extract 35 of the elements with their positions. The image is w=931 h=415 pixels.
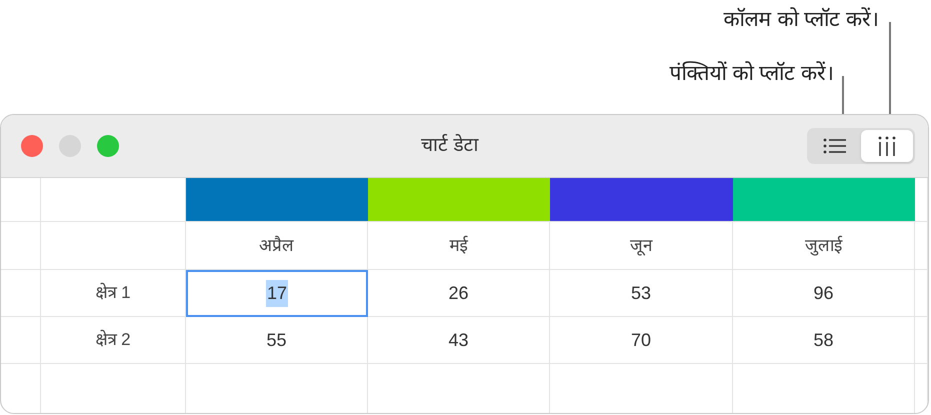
empty-cell[interactable]	[1, 222, 41, 270]
series-color-swatch[interactable]	[550, 178, 733, 222]
table-cell[interactable]: 58	[733, 317, 915, 364]
empty-cell[interactable]	[915, 317, 928, 364]
table-cell[interactable]: 55	[186, 317, 368, 364]
table-cell[interactable]: 96	[733, 270, 915, 317]
empty-cell[interactable]	[915, 178, 928, 222]
row-header[interactable]: क्षेत्र 1	[41, 270, 186, 317]
callout-text: कॉलम को प्लॉट करें।	[723, 6, 879, 33]
list-icon	[823, 138, 847, 154]
row-header[interactable]: क्षेत्र 2	[41, 317, 186, 364]
column-header[interactable]: मई	[368, 222, 550, 270]
column-header[interactable]: जून	[550, 222, 733, 270]
column-header[interactable]: जुलाई	[733, 222, 915, 270]
plot-columns-button[interactable]	[861, 130, 913, 162]
series-color-swatch[interactable]	[733, 178, 915, 222]
close-button[interactable]	[21, 135, 43, 157]
empty-cell[interactable]	[1, 317, 41, 364]
callout-text: पंक्तियों को प्लॉट करें।	[669, 60, 834, 87]
series-color-swatch[interactable]	[368, 178, 550, 222]
columns-icon	[878, 136, 896, 156]
table-cell[interactable]: 26	[368, 270, 550, 317]
table-cell[interactable]: 70	[550, 317, 733, 364]
column-header[interactable]: अप्रैल	[186, 222, 368, 270]
empty-cell[interactable]	[915, 222, 928, 270]
zoom-button[interactable]	[97, 135, 119, 157]
series-color-swatch[interactable]	[186, 178, 368, 222]
empty-cell[interactable]	[1, 270, 41, 317]
empty-cell[interactable]	[41, 222, 186, 270]
table-cell[interactable]: 53	[550, 270, 733, 317]
table-cell[interactable]: 17	[186, 270, 368, 317]
empty-cell[interactable]	[915, 270, 928, 317]
window-title: चार्ट डेटा	[421, 133, 478, 158]
table-cell[interactable]: 43	[368, 317, 550, 364]
empty-cell[interactable]	[1, 178, 41, 222]
